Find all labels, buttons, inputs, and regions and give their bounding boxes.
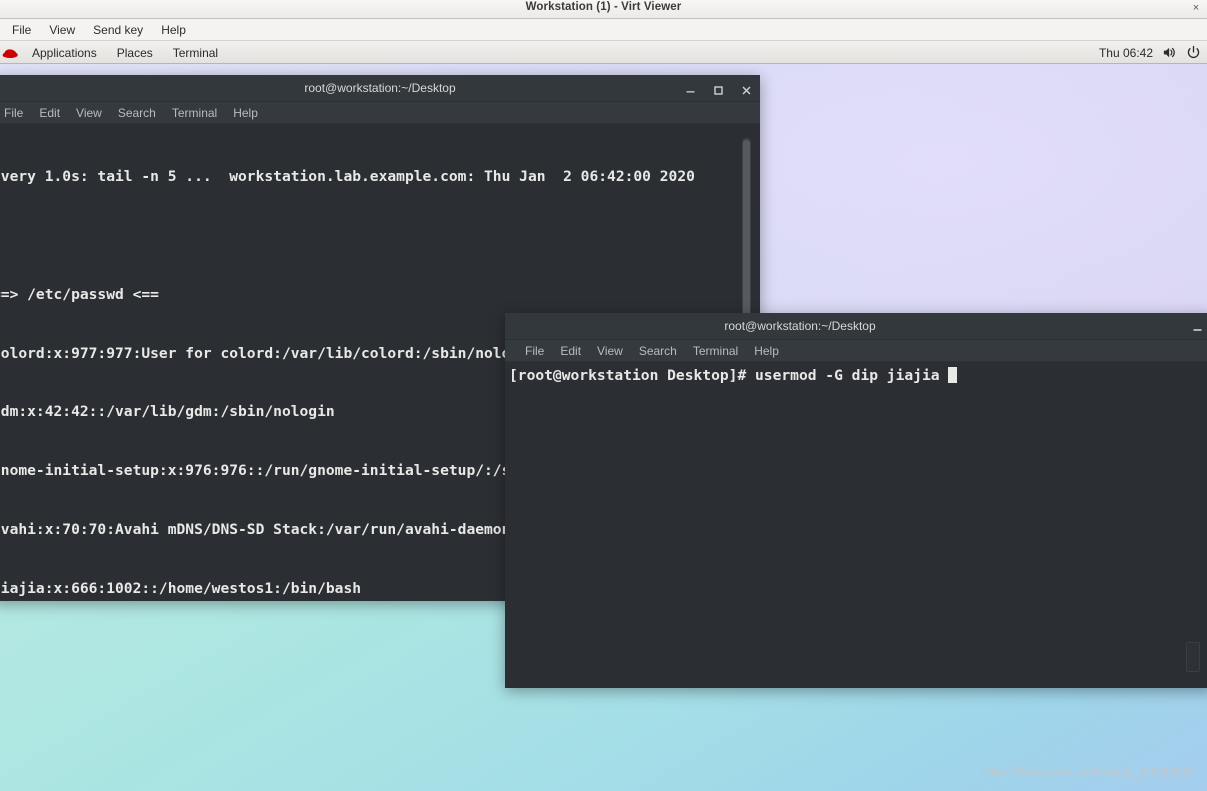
terminal2-titlebar[interactable]: root@workstation:~/Desktop — [505, 313, 1207, 340]
terminal1-menubar: File Edit View Search Terminal Help — [0, 102, 760, 124]
viewer-menu-file[interactable]: File — [3, 21, 40, 39]
virt-viewer-menubar: File View Send key Help — [0, 19, 1207, 41]
terminal2-menu-terminal[interactable]: Terminal — [685, 343, 746, 359]
terminal2-window-controls — [1192, 313, 1203, 339]
terminal2-prompt: [root@workstation Desktop]# — [509, 367, 756, 384]
virt-viewer-window: Workstation (1) - Virt Viewer × File Vie… — [0, 0, 1207, 791]
panel-places-menu[interactable]: Places — [107, 44, 163, 62]
terminal-window-command[interactable]: root@workstation:~/Desktop File Edit Vie… — [505, 313, 1207, 688]
virt-viewer-titlebar: Workstation (1) - Virt Viewer × — [0, 0, 1207, 19]
gnome-top-panel: Applications Places Terminal Thu 06:42 — [0, 42, 1207, 64]
terminal2-menu-edit[interactable]: Edit — [552, 343, 589, 359]
terminal2-menu-help[interactable]: Help — [746, 343, 787, 359]
minimize-icon[interactable] — [685, 83, 696, 94]
terminal2-menubar: File Edit View Search Terminal Help — [505, 340, 1207, 362]
panel-applications-menu[interactable]: Applications — [22, 44, 107, 62]
terminal1-titlebar[interactable]: root@workstation:~/Desktop — [0, 75, 760, 102]
terminal2-menu-search[interactable]: Search — [631, 343, 685, 359]
viewer-menu-view[interactable]: View — [40, 21, 84, 39]
terminal2-body[interactable]: [root@workstation Desktop]# usermod -G d… — [505, 362, 1207, 687]
terminal1-menu-file[interactable]: File — [0, 105, 31, 121]
text-cursor — [948, 367, 958, 383]
panel-terminal-item[interactable]: Terminal — [163, 44, 228, 62]
terminal2-command: usermod -G dip jiajia — [755, 367, 949, 384]
terminal2-menu-view[interactable]: View — [589, 343, 631, 359]
terminal1-menu-view[interactable]: View — [68, 105, 110, 121]
close-icon[interactable]: × — [1189, 1, 1203, 15]
desktop-area: root@workstation:~/Desktop File Edit Vie… — [0, 64, 1207, 791]
minimize-icon[interactable] — [1192, 321, 1203, 332]
terminal2-output: [root@workstation Desktop]# usermod -G d… — [505, 362, 1207, 386]
maximize-icon[interactable] — [713, 83, 724, 95]
terminal1-menu-search[interactable]: Search — [110, 105, 164, 121]
panel-clock[interactable]: Thu 06:42 — [1099, 46, 1153, 60]
terminal1-menu-edit[interactable]: Edit — [31, 105, 68, 121]
terminal2-menu-file[interactable]: File — [517, 343, 552, 359]
close-icon[interactable] — [741, 83, 752, 94]
redhat-icon[interactable] — [2, 46, 20, 60]
panel-status-area: Thu 06:42 — [1099, 45, 1207, 60]
power-icon[interactable] — [1186, 45, 1201, 60]
terminal1-window-controls — [685, 75, 752, 101]
watermark-text: https://blog.csdn.net/baidu_40389082 — [980, 764, 1197, 779]
terminal-line: Every 1.0s: tail -n 5 ... workstation.la… — [0, 168, 695, 186]
terminal1-menu-terminal[interactable]: Terminal — [164, 105, 225, 121]
terminal1-menu-help[interactable]: Help — [225, 105, 266, 121]
viewer-menu-send-key[interactable]: Send key — [84, 21, 152, 39]
viewer-menu-help[interactable]: Help — [152, 21, 195, 39]
terminal2-scrollbar[interactable] — [1186, 642, 1200, 672]
terminal2-title: root@workstation:~/Desktop — [724, 319, 876, 333]
terminal-line: ==> /etc/passwd <== — [0, 285, 159, 303]
virt-viewer-title: Workstation (1) - Virt Viewer — [525, 1, 682, 13]
speaker-icon[interactable] — [1162, 45, 1177, 60]
terminal1-title: root@workstation:~/Desktop — [304, 81, 456, 95]
